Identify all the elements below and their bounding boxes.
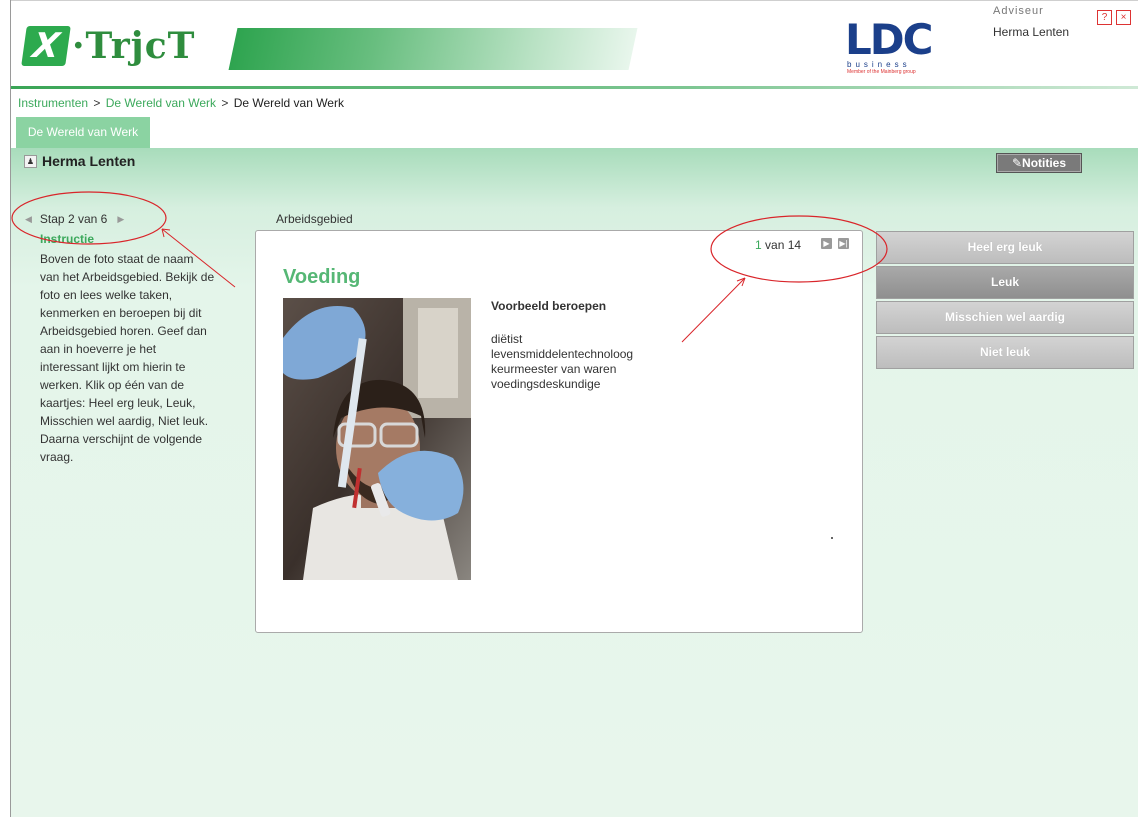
adviseur-label: Adviseur — [993, 5, 1044, 17]
last-card-icon[interactable]: ▶| — [838, 238, 849, 249]
beroep-item: keurmeester van waren — [491, 362, 617, 376]
ldc-logo-tagline: business — [847, 60, 911, 69]
card-counter-total: van 14 — [761, 238, 802, 252]
breadcrumb: Instrumenten > De Wereld van Werk > De W… — [18, 96, 344, 110]
ldc-logo-letters: LDC — [845, 15, 933, 64]
breadcrumb-separator: > — [221, 96, 229, 110]
answer-leuk-button[interactable]: Leuk — [876, 266, 1134, 299]
card-counter: 1 van 14 — [755, 238, 801, 252]
breadcrumb-item-wereld-van-werk[interactable]: De Wereld van Werk — [106, 96, 216, 110]
user-header: ♟ Herma Lenten — [24, 153, 135, 169]
close-icon[interactable]: × — [1116, 10, 1131, 25]
arbeidsgebied-title: Voeding — [283, 266, 361, 288]
step-navigation: ◀ Stap 2 van 6 ▶ — [25, 212, 124, 226]
step-indicator: Stap 2 van 6 — [39, 212, 108, 226]
next-card-icon[interactable]: ▶ — [821, 238, 832, 249]
header-gradient-band — [228, 28, 638, 70]
card-counter-current: 1 — [755, 238, 762, 252]
xtrajct-logo-text: ·TrjcT — [72, 25, 196, 67]
breadcrumb-separator: > — [93, 96, 101, 110]
breadcrumb-item-current: De Wereld van Werk — [233, 96, 344, 110]
help-icon[interactable]: ? — [1097, 10, 1112, 25]
adviseur-name: Herma Lenten — [993, 25, 1070, 39]
scientist-pipette-photo — [283, 298, 471, 580]
beroep-item: levensmiddelentechnoloog — [491, 347, 634, 361]
instructie-title: Instructie — [40, 232, 95, 246]
header-divider — [11, 86, 1138, 89]
breadcrumb-item-instrumenten[interactable]: Instrumenten — [18, 96, 88, 110]
instructie-body: Boven de foto staat de naam van het Arbe… — [40, 252, 215, 464]
xtrajct-logo[interactable]: X ·TrjcT — [21, 22, 196, 70]
arbeidsgebied-label: Arbeidsgebied — [276, 212, 353, 226]
user-name: Herma Lenten — [42, 153, 136, 169]
voorbeeld-beroepen-title: Voorbeeld beroepen — [491, 299, 607, 313]
answer-heel-erg-leuk-button[interactable]: Heel erg leuk — [876, 231, 1134, 264]
notities-button[interactable]: ✎Notities — [996, 153, 1082, 173]
answer-niet-leuk-button[interactable]: Niet leuk — [876, 336, 1134, 369]
user-icon: ♟ — [24, 154, 37, 168]
beroep-item: voedingsdeskundige — [491, 377, 601, 391]
beroep-item: diëtist — [491, 332, 523, 346]
next-step-icon[interactable]: ▶ — [117, 214, 124, 225]
answer-misschien-wel-aardig-button[interactable]: Misschien wel aardig — [876, 301, 1134, 334]
stray-dot — [831, 537, 833, 539]
previous-step-icon[interactable]: ◀ — [25, 214, 32, 225]
xtrajct-logo-mark: X — [21, 26, 71, 66]
arbeidsgebied-photo — [283, 298, 471, 580]
beroepen-list: diëtist levensmiddelentechnoloog keurmee… — [491, 332, 633, 392]
tab-de-wereld-van-werk[interactable]: De Wereld van Werk — [16, 117, 150, 148]
ldc-logo-member: Member of the Mainberg group — [847, 69, 916, 75]
ldc-business-logo: LDC business Member of the Mainberg grou… — [845, 18, 955, 80]
